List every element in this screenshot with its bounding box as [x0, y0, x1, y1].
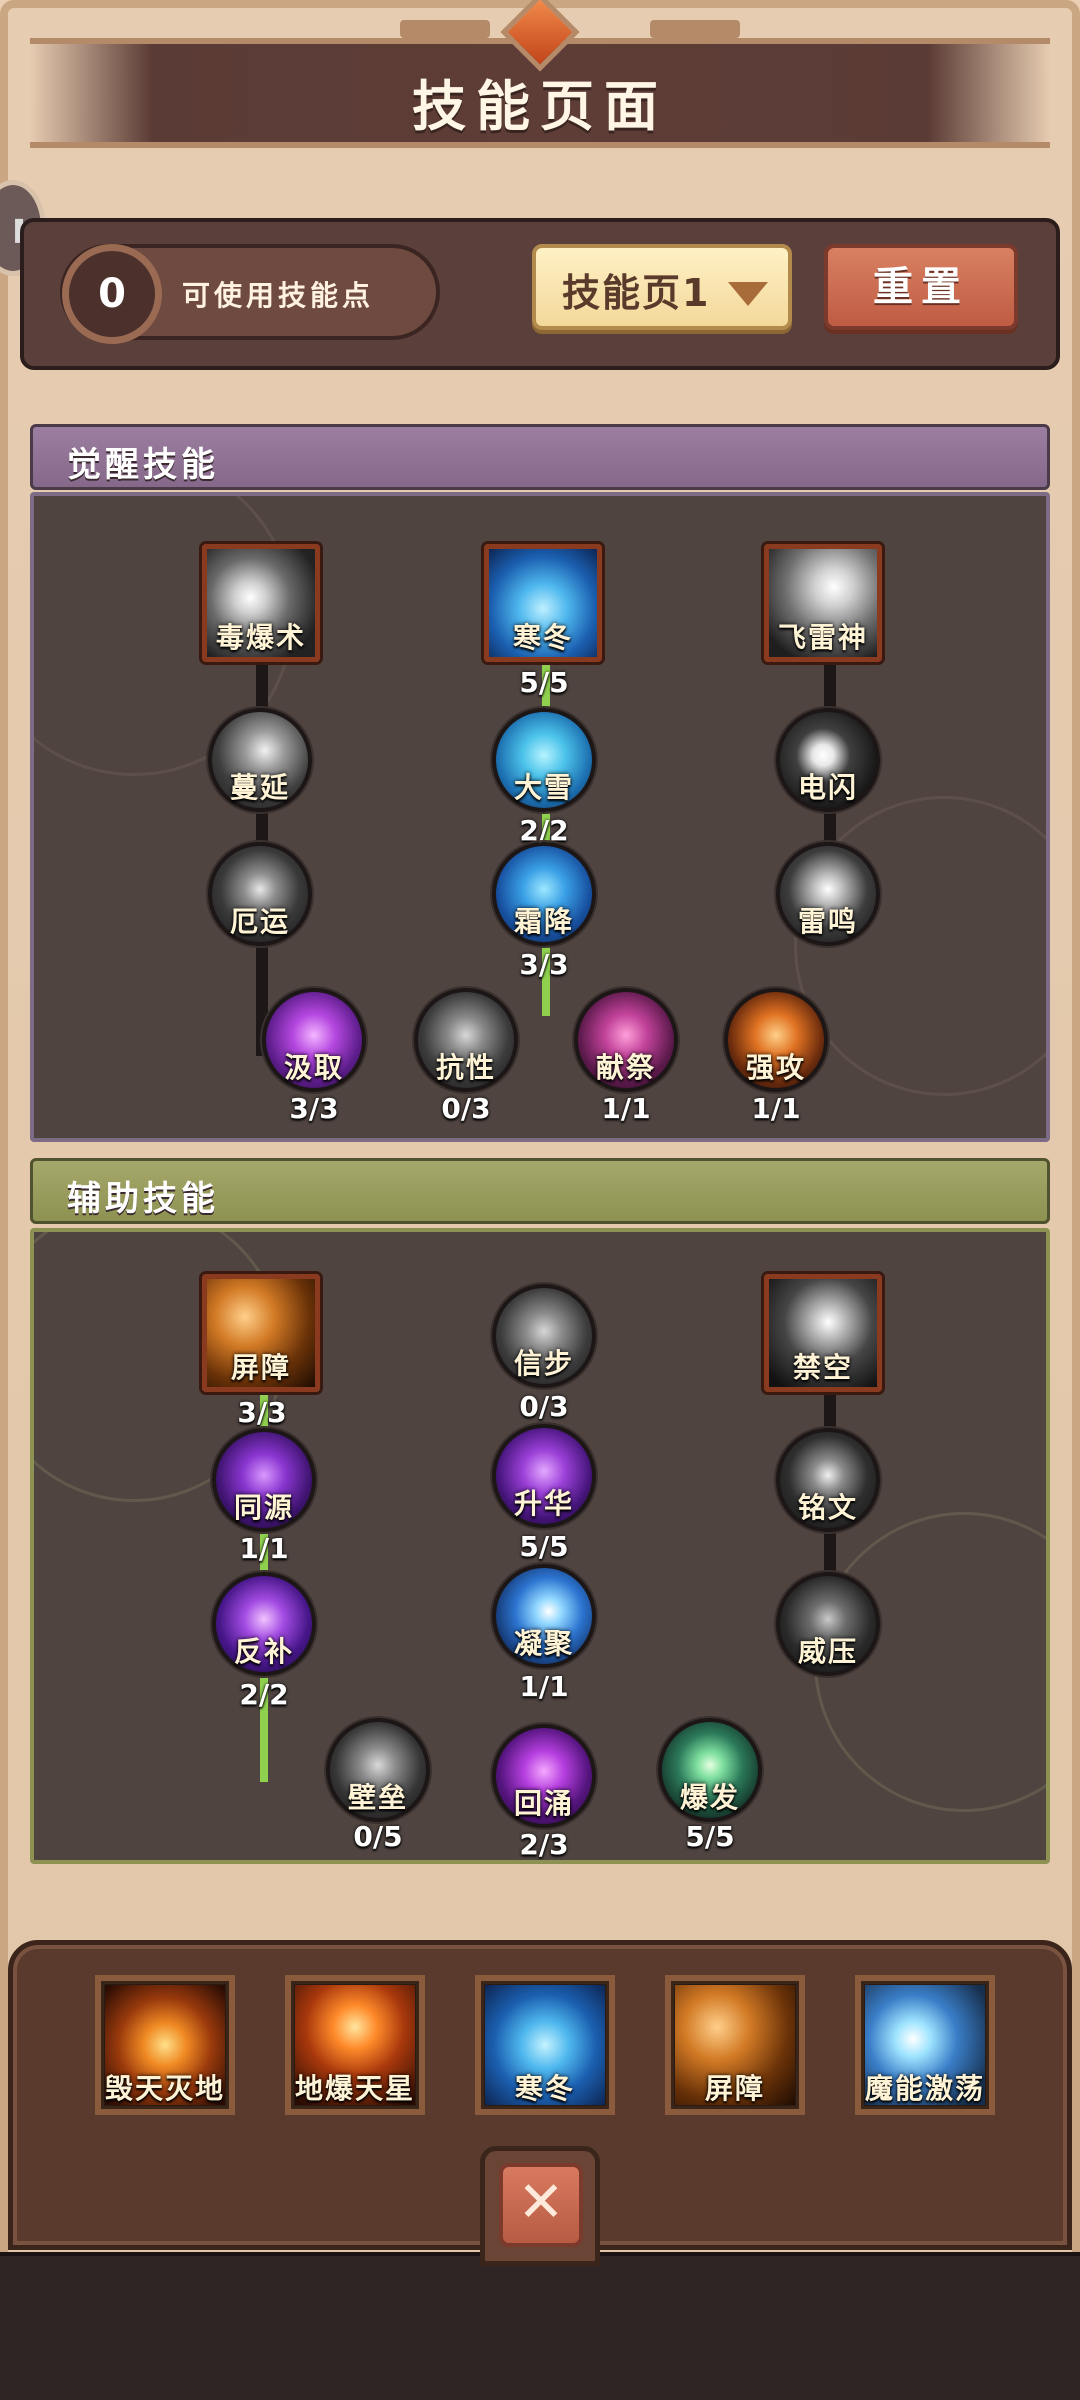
- skill-node[interactable]: 铭文: [776, 1428, 880, 1532]
- close-button[interactable]: ✕: [499, 2163, 583, 2247]
- skill-level: 3/3: [237, 1396, 287, 1429]
- skill-node[interactable]: 回涌: [492, 1724, 596, 1828]
- skill-node[interactable]: 强攻: [724, 988, 828, 1092]
- skill-name: 爆发: [679, 1781, 740, 1814]
- skill-name: 屏障: [230, 1351, 291, 1384]
- assist-skills-header: 辅助技能: [30, 1158, 1050, 1224]
- skill-page-select[interactable]: 技能页1: [532, 244, 792, 330]
- skill-name: 飞雷神: [777, 621, 868, 654]
- skill-points-display: 0 可使用技能点: [60, 244, 440, 344]
- chevron-down-icon: [728, 282, 768, 306]
- skill-name: 壁垒: [347, 1781, 408, 1814]
- skill-name: 威压: [797, 1635, 858, 1668]
- equipped-skill-name: 魔能激荡: [864, 2072, 985, 2105]
- skill-level: 2/3: [519, 1828, 569, 1861]
- page-title: 技能页面: [412, 74, 668, 138]
- skill-level: 5/5: [519, 1530, 569, 1563]
- skill-page-select-label: 技能页1: [562, 271, 711, 315]
- awaken-skills-panel: 毒爆术 寒冬 5/5 飞雷神 蔓延 大雪 2/2 电闪 厄运 霜降 3/3 雷鸣…: [30, 492, 1050, 1142]
- title-ornament-rail-right: [650, 20, 740, 38]
- equipped-skill-slot[interactable]: 地爆天星: [285, 1975, 425, 2115]
- skill-node[interactable]: 汲取: [262, 988, 366, 1092]
- skill-control-bar: 0 可使用技能点 技能页1 重置: [20, 218, 1060, 370]
- equipped-skill-slot[interactable]: 屏障: [665, 1975, 805, 2115]
- title-ornament-rail-left: [400, 20, 490, 38]
- skill-points-value: 0: [62, 244, 162, 344]
- skill-name: 反补: [233, 1635, 294, 1668]
- skill-name: 信步: [513, 1347, 574, 1380]
- skill-node[interactable]: 威压: [776, 1572, 880, 1676]
- skill-name: 大雪: [513, 771, 574, 804]
- skill-name: 厄运: [229, 905, 290, 938]
- skill-level: 2/2: [239, 1678, 289, 1711]
- skill-level: 0/3: [519, 1390, 569, 1423]
- skill-node[interactable]: 升华: [492, 1424, 596, 1528]
- skill-name: 抗性: [435, 1051, 496, 1084]
- skill-node[interactable]: 抗性: [414, 988, 518, 1092]
- equipped-skill-slot[interactable]: 魔能激荡: [855, 1975, 995, 2115]
- skill-node[interactable]: 凝聚: [492, 1564, 596, 1668]
- footer-bar: [0, 2252, 1080, 2400]
- skill-level: 1/1: [601, 1092, 651, 1125]
- skill-node[interactable]: 壁垒: [326, 1718, 430, 1822]
- equipped-skill-name: 寒冬: [514, 2072, 575, 2105]
- skill-node[interactable]: 雷鸣: [776, 842, 880, 946]
- equipped-skill-name: 屏障: [704, 2072, 765, 2105]
- equipped-skill-name: 地爆天星: [294, 2072, 415, 2105]
- skill-points-label: 可使用技能点: [182, 279, 375, 312]
- skill-name: 铭文: [797, 1491, 858, 1524]
- skill-node[interactable]: 蔓延: [208, 708, 312, 812]
- skill-node[interactable]: 毒爆术: [202, 544, 320, 662]
- skill-name: 电闪: [797, 771, 858, 804]
- skill-node[interactable]: 献祭: [574, 988, 678, 1092]
- skill-name: 回涌: [513, 1787, 574, 1820]
- skill-name: 凝聚: [513, 1627, 574, 1660]
- skill-node[interactable]: 信步: [492, 1284, 596, 1388]
- skill-node[interactable]: 反补: [212, 1572, 316, 1676]
- equipped-skill-name: 毁天灭地: [104, 2072, 225, 2105]
- assist-skills-panel: 屏障 3/3 信步 0/3 禁空 同源 1/1 升华 5/5 铭文 反补 2/2…: [30, 1228, 1050, 1864]
- skill-level: 5/5: [519, 666, 569, 699]
- equipped-skill-slot[interactable]: 毁天灭地: [95, 1975, 235, 2115]
- skill-node[interactable]: 霜降: [492, 842, 596, 946]
- skill-node[interactable]: 电闪: [776, 708, 880, 812]
- skill-level: 0/3: [441, 1092, 491, 1125]
- skill-name: 献祭: [595, 1051, 656, 1084]
- skill-name: 禁空: [792, 1351, 853, 1384]
- skill-level: 1/1: [519, 1670, 569, 1703]
- skill-level: 3/3: [289, 1092, 339, 1125]
- skill-name: 汲取: [283, 1051, 344, 1084]
- reset-button[interactable]: 重置: [824, 244, 1018, 330]
- skill-level: 5/5: [685, 1820, 735, 1853]
- close-tab: ✕: [480, 2146, 600, 2266]
- skill-name: 霜降: [513, 905, 574, 938]
- skill-level: 1/1: [239, 1532, 289, 1565]
- skill-node[interactable]: 飞雷神: [764, 544, 882, 662]
- assist-skills-title: 辅助技能: [67, 1179, 219, 1219]
- skill-node[interactable]: 屏障: [202, 1274, 320, 1392]
- skill-level: 0/5: [353, 1820, 403, 1853]
- skill-name: 升华: [513, 1487, 574, 1520]
- skill-name: 雷鸣: [797, 905, 858, 938]
- skill-node[interactable]: 大雪: [492, 708, 596, 812]
- skill-node[interactable]: 厄运: [208, 842, 312, 946]
- skill-node[interactable]: 爆发: [658, 1718, 762, 1822]
- skill-name: 同源: [233, 1491, 294, 1524]
- skill-name: 寒冬: [512, 621, 573, 654]
- skill-node[interactable]: 同源: [212, 1428, 316, 1532]
- skill-level: 3/3: [519, 948, 569, 981]
- skill-name: 毒爆术: [215, 621, 306, 654]
- skill-node[interactable]: 寒冬: [484, 544, 602, 662]
- awaken-skills-header: 觉醒技能: [30, 424, 1050, 490]
- skill-node[interactable]: 禁空: [764, 1274, 882, 1392]
- skill-name: 强攻: [745, 1051, 806, 1084]
- skill-level: 1/1: [751, 1092, 801, 1125]
- equipped-skill-slot[interactable]: 寒冬: [475, 1975, 615, 2115]
- skill-name: 蔓延: [229, 771, 290, 804]
- awaken-skills-title: 觉醒技能: [67, 445, 219, 485]
